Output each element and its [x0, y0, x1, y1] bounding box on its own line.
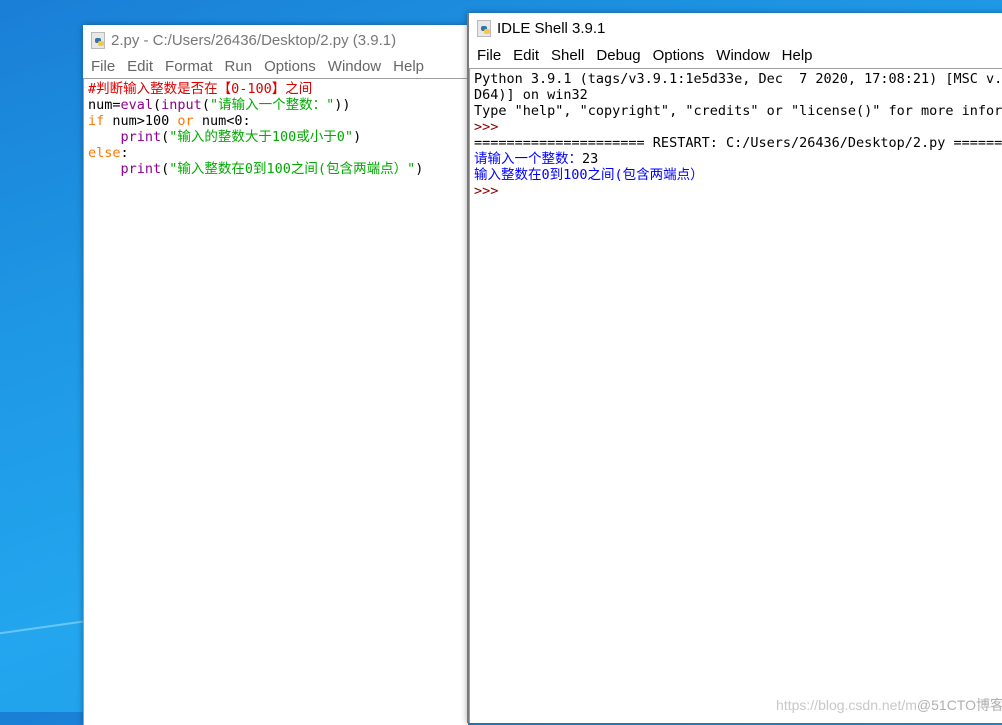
shell-menu-edit[interactable]: Edit	[507, 47, 545, 64]
shell-menubar: File Edit Shell Debug Options Window Hel…	[469, 43, 1002, 67]
code-line-4: print("输入的整数大于100或小于0")	[120, 129, 362, 145]
shell-menu-options[interactable]: Options	[647, 47, 711, 64]
shell-output-area[interactable]: Python 3.9.1 (tags/v3.9.1:1e5d33e, Dec 7…	[469, 68, 1002, 723]
shell-window[interactable]: IDLE Shell 3.9.1 File Edit Shell Debug O…	[467, 13, 1002, 723]
shell-banner-line: D64)] on win32	[474, 87, 588, 103]
editor-window[interactable]: 2.py - C:/Users/26436/Desktop/2.py (3.9.…	[83, 25, 468, 725]
shell-input-line: 请输入一个整数：23	[474, 151, 599, 167]
editor-title: 2.py - C:/Users/26436/Desktop/2.py (3.9.…	[111, 31, 397, 49]
shell-menu-help[interactable]: Help	[776, 47, 819, 64]
shell-restart-line: ===================== RESTART: C:/Users/…	[474, 135, 1002, 151]
editor-menu-format[interactable]: Format	[159, 58, 219, 75]
editor-menu-run[interactable]: Run	[219, 58, 259, 75]
code-line-3: if num>100 or num<0:	[88, 113, 251, 129]
python-file-icon	[91, 32, 105, 49]
shell-menu-file[interactable]: File	[471, 47, 507, 64]
python-idle-icon	[477, 20, 491, 37]
code-line-5: else:	[88, 145, 129, 161]
editor-menu-window[interactable]: Window	[322, 58, 387, 75]
editor-menu-edit[interactable]: Edit	[121, 58, 159, 75]
watermark: https://blog.csdn.net/m@51CTO博客	[776, 697, 1002, 713]
shell-prompt: >>>	[474, 119, 507, 135]
shell-title: IDLE Shell 3.9.1	[497, 19, 606, 37]
shell-banner-line: Type "help", "copyright", "credits" or "…	[474, 103, 1002, 119]
shell-banner-line: Python 3.9.1 (tags/v3.9.1:1e5d33e, Dec 7…	[474, 71, 1002, 87]
shell-menu-shell[interactable]: Shell	[545, 47, 590, 64]
editor-menu-options[interactable]: Options	[258, 58, 322, 75]
shell-program-output: 输入整数在0到100之间(包含两端点）	[474, 167, 704, 183]
code-editor-area[interactable]: #判断输入整数是否在【0-100】之间 num=eval(input("请输入一个…	[83, 78, 468, 725]
shell-titlebar[interactable]: IDLE Shell 3.9.1	[469, 13, 1002, 43]
editor-menu-file[interactable]: File	[85, 58, 121, 75]
editor-menubar: File Edit Format Run Options Window Help	[83, 55, 468, 77]
code-line-1: #判断输入整数是否在【0-100】之间	[88, 81, 313, 97]
shell-menu-window[interactable]: Window	[710, 47, 775, 64]
code-line-6: print("输入整数在0到100之间(包含两端点）")	[120, 161, 424, 177]
shell-prompt[interactable]: >>>	[474, 183, 1002, 199]
shell-menu-debug[interactable]: Debug	[590, 47, 646, 64]
editor-titlebar[interactable]: 2.py - C:/Users/26436/Desktop/2.py (3.9.…	[83, 25, 468, 55]
code-line-2: num=eval(input("请输入一个整数："))	[88, 97, 351, 113]
shell-user-input: 23	[582, 151, 599, 167]
editor-menu-help[interactable]: Help	[387, 58, 430, 75]
